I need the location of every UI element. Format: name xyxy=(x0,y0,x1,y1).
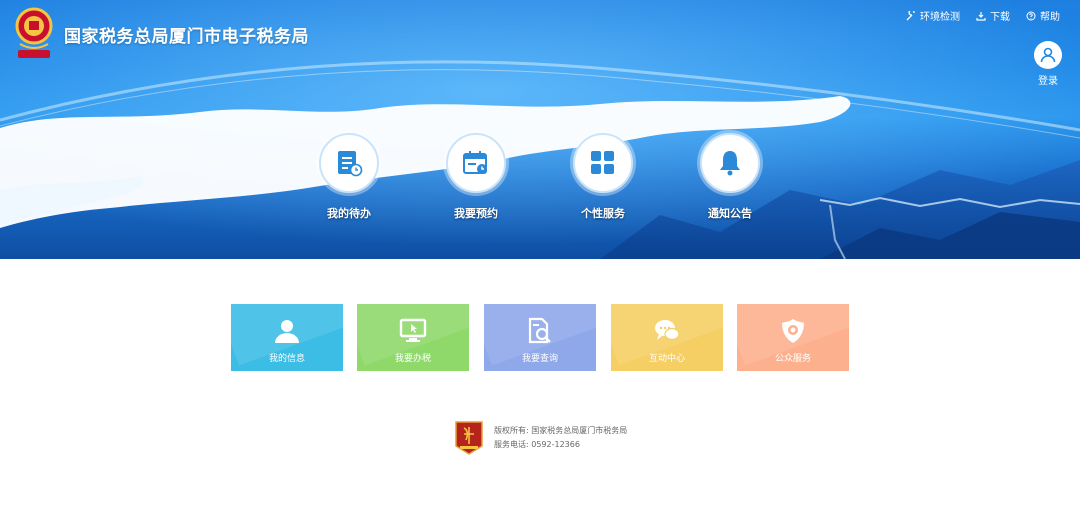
tile-interaction[interactable]: 互动中心 xyxy=(611,304,723,371)
help-icon xyxy=(1026,11,1036,20)
bell-icon xyxy=(720,151,740,176)
site-title: 国家税务总局厦门市电子税务局 xyxy=(64,27,309,47)
hero-item-todo[interactable]: 我的待办 xyxy=(309,133,389,221)
tile-label-public-service: 公众服务 xyxy=(774,353,811,364)
monitor-cursor-icon xyxy=(399,318,427,342)
env-check-label: 环境检测 xyxy=(920,12,960,23)
hero-banner: 国家税务总局厦门市电子税务局 环境检测 下载 帮助 登录 我的待办 我要预约 个… xyxy=(0,0,1080,259)
hero-label-todo: 我的待办 xyxy=(327,207,371,220)
grid-apps-icon xyxy=(591,151,614,174)
hero-item-personal-service[interactable]: 个性服务 xyxy=(563,133,643,221)
download-label: 下载 xyxy=(990,12,1010,23)
hero-label-personal-service: 个性服务 xyxy=(581,207,625,220)
function-tiles: 我的信息 我要办税 我要查询 互动中心 公众服务 xyxy=(231,304,851,371)
tile-public-service[interactable]: 公众服务 xyxy=(737,304,849,371)
tile-label-tax-handling: 我要办税 xyxy=(394,353,431,364)
document-search-icon xyxy=(528,317,551,343)
badge-shield-icon xyxy=(782,318,804,343)
tile-tax-handling[interactable]: 我要办税 xyxy=(357,304,469,371)
hero-item-notice[interactable]: 通知公告 xyxy=(690,133,770,221)
hero-label-appointment: 我要预约 xyxy=(454,207,498,220)
download-link[interactable]: 下载 xyxy=(976,8,1010,23)
tile-label-interaction: 互动中心 xyxy=(648,353,685,364)
footer-copyright: 版权所有: 国家税务总局厦门市税务局 xyxy=(494,426,628,435)
chat-bubbles-icon xyxy=(655,319,680,340)
calendar-clock-icon xyxy=(463,151,487,174)
user-avatar-icon xyxy=(1034,41,1062,69)
tile-label-my-info: 我的信息 xyxy=(268,353,305,364)
tile-label-query: 我要查询 xyxy=(521,353,558,364)
env-check-link[interactable]: 环境检测 xyxy=(906,8,960,23)
tax-emblem-icon xyxy=(15,7,53,58)
footer-phone: 服务电话: 0592-12366 xyxy=(494,440,580,449)
login-button[interactable]: 登录 xyxy=(1033,41,1063,87)
download-icon xyxy=(976,11,986,21)
page-footer: 版权所有: 国家税务总局厦门市税务局 服务电话: 0592-12366 xyxy=(454,420,627,456)
person-icon xyxy=(275,319,299,343)
help-link[interactable]: 帮助 xyxy=(1026,8,1060,23)
tile-query[interactable]: 我要查询 xyxy=(484,304,596,371)
wrench-icon xyxy=(906,10,915,20)
hero-item-appointment[interactable]: 我要预约 xyxy=(436,133,516,221)
top-links-bar: 环境检测 下载 帮助 xyxy=(906,8,1060,23)
footer-text: 版权所有: 国家税务总局厦门市税务局 服务电话: 0592-12366 xyxy=(494,424,627,452)
hero-label-notice: 通知公告 xyxy=(708,207,752,220)
party-badge-icon xyxy=(455,421,483,455)
tile-my-info[interactable]: 我的信息 xyxy=(231,304,343,371)
login-label: 登录 xyxy=(1038,76,1058,87)
todo-list-icon xyxy=(338,151,363,177)
help-label: 帮助 xyxy=(1040,12,1060,23)
